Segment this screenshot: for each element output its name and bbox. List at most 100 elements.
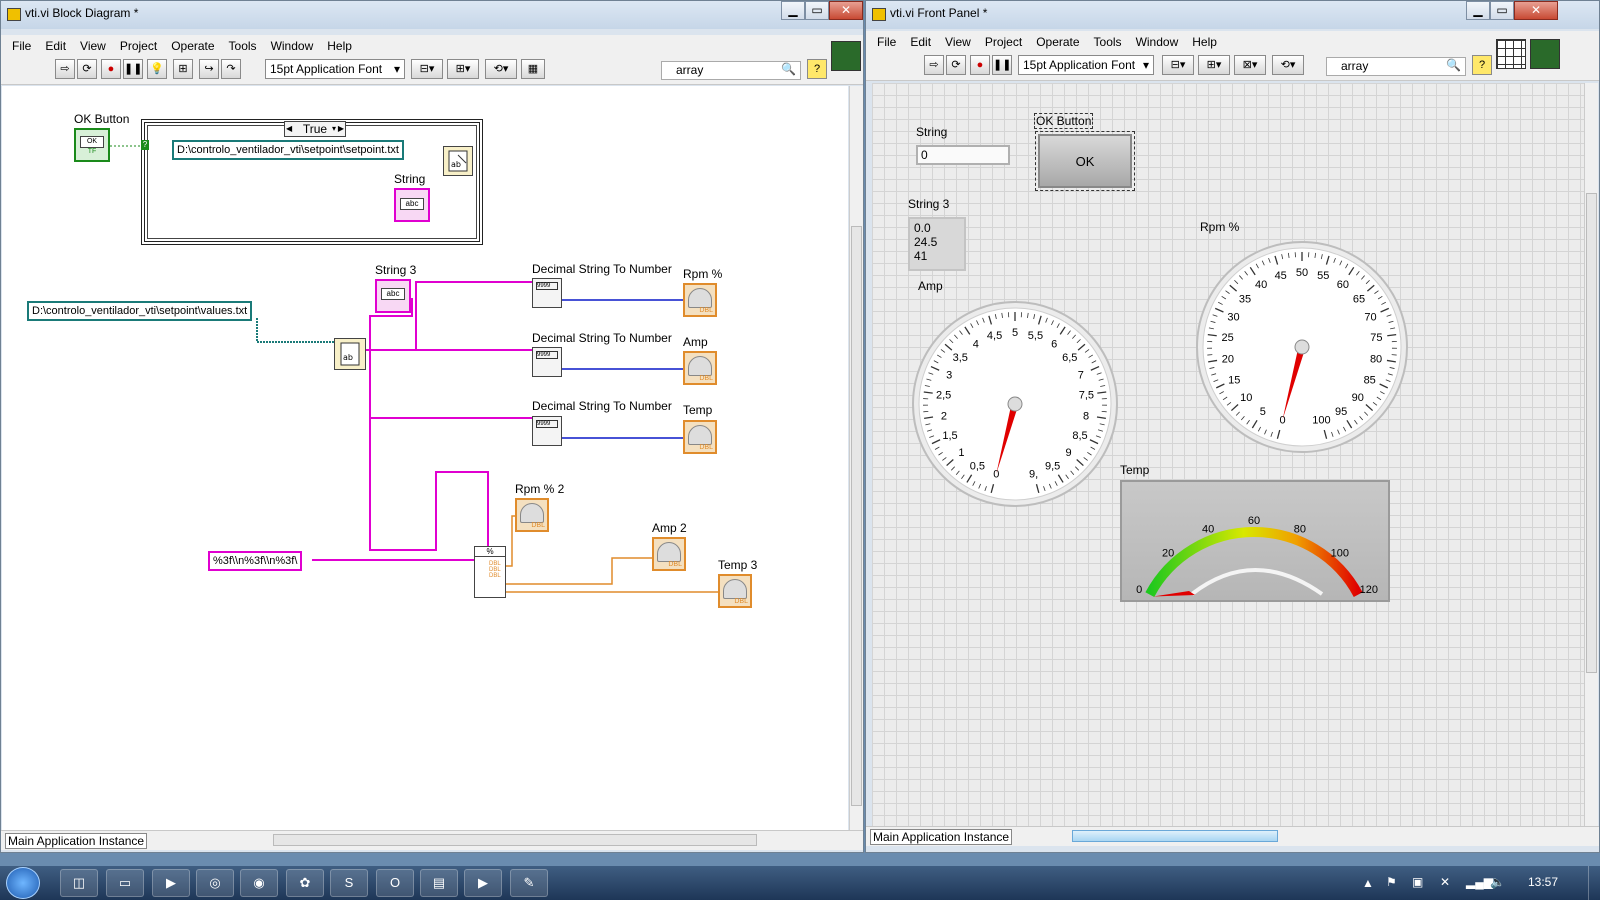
decimal-string-to-number-2[interactable]: 9999 <box>532 347 562 377</box>
hscroll-thumb[interactable] <box>1072 830 1278 842</box>
run-continuous-icon[interactable]: ⟳ <box>946 55 966 75</box>
rpm-gauge[interactable]: 051015202530354045 50 55606570758085909510… <box>1194 239 1410 455</box>
signal-icon[interactable]: ▂▄▆ <box>1466 875 1493 889</box>
read-from-text-file-node[interactable]: ab <box>334 338 366 370</box>
pause-icon[interactable]: ❚❚ <box>992 55 1012 75</box>
connector-pane-icon[interactable] <box>1496 39 1526 69</box>
connector-pane-icon[interactable] <box>831 41 861 71</box>
taskbar-app-chrome[interactable]: ◉ <box>240 869 278 897</box>
rpm2-indicator[interactable]: DBL <box>515 498 549 532</box>
distribute-objects-icon[interactable]: ⊞▾ <box>447 59 479 79</box>
reorder-icon[interactable]: ⟲▾ <box>485 59 517 79</box>
ok-button-face[interactable]: OK <box>1038 134 1132 188</box>
step-into-icon[interactable]: ↪ <box>199 59 219 79</box>
run-continuous-icon[interactable]: ⟳ <box>77 59 97 79</box>
menu-edit[interactable]: Edit <box>38 39 73 53</box>
menu-operate[interactable]: Operate <box>1029 35 1086 49</box>
menu-view[interactable]: View <box>938 35 978 49</box>
amp2-indicator[interactable]: DBL <box>652 537 686 571</box>
front-panel-vscroll[interactable] <box>1584 83 1598 826</box>
close-button[interactable]: ✕ <box>829 1 863 20</box>
vi-icon-pane[interactable] <box>1530 39 1560 69</box>
tray-arrow-icon[interactable]: ▲ <box>1362 876 1374 890</box>
menu-tools[interactable]: Tools <box>222 39 264 53</box>
minimize-button[interactable]: ▁ <box>781 1 805 20</box>
pause-icon[interactable]: ❚❚ <box>123 59 143 79</box>
cleanup-diagram-icon[interactable]: ▦ <box>521 59 545 79</box>
distribute-objects-icon[interactable]: ⊞▾ <box>1198 55 1230 75</box>
align-objects-icon[interactable]: ⊟▾ <box>411 59 443 79</box>
string3-terminal[interactable]: abc <box>375 279 411 313</box>
close-button[interactable]: ✕ <box>1514 1 1558 20</box>
menu-tools[interactable]: Tools <box>1087 35 1129 49</box>
abort-icon[interactable]: ● <box>101 59 121 79</box>
minimize-button[interactable]: ▁ <box>1466 1 1490 20</box>
front-panel-hscroll[interactable] <box>1016 830 1540 843</box>
context-help-icon[interactable]: ? <box>807 59 827 79</box>
taskbar-app-media-player[interactable]: ▶ <box>152 869 190 897</box>
taskbar-app-norton[interactable]: ◎ <box>196 869 234 897</box>
decimal-string-to-number-1[interactable]: 9999 <box>532 278 562 308</box>
scroll-thumb[interactable] <box>1586 193 1597 673</box>
taskbar-app-labview-vi[interactable]: ▶ <box>464 869 502 897</box>
menu-window[interactable]: Window <box>1129 35 1186 49</box>
highlight-execution-icon[interactable]: 💡 <box>147 59 167 79</box>
application-instance[interactable]: Main Application Instance <box>5 833 148 849</box>
values-path-constant[interactable]: D:\controlo_ventilador_vti\setpoint\valu… <box>27 301 253 321</box>
search-input[interactable]: array 🔍 <box>661 61 801 80</box>
rpm-indicator[interactable]: DBL <box>683 283 717 317</box>
temp-indicator[interactable]: DBL <box>683 420 717 454</box>
tray-app-icon[interactable]: ▣ <box>1412 875 1423 889</box>
abort-icon[interactable]: ● <box>970 55 990 75</box>
menu-file[interactable]: File <box>5 39 38 53</box>
menu-help[interactable]: Help <box>320 39 359 53</box>
string-control[interactable]: 0 <box>916 145 1010 165</box>
case-selector[interactable]: ◀ True ▾ ▶ <box>284 121 346 137</box>
scan-from-string-node[interactable]: % DBL DBL DBL <box>474 546 506 598</box>
string-terminal[interactable]: abc <box>394 188 430 222</box>
menu-view[interactable]: View <box>73 39 113 53</box>
taskbar-app-skype[interactable]: S <box>330 869 368 897</box>
write-to-text-file-node[interactable]: ab <box>443 146 473 176</box>
context-help-icon[interactable]: ? <box>1472 55 1492 75</box>
temp-meter[interactable]: 0 20 40 60 80 100 120 <box>1120 480 1390 602</box>
clock[interactable]: 13:57 <box>1528 875 1558 889</box>
show-desktop-button[interactable] <box>1588 866 1600 900</box>
search-input[interactable]: array 🔍 <box>1326 57 1466 76</box>
search-icon[interactable]: 🔍 <box>781 61 796 78</box>
amp-gauge[interactable]: 0 0,5 11,5 2 2,5 33,5 4 4,5 5 5,5 6 6,57 7,5 8 8,59 9,5… <box>910 299 1120 509</box>
retain-wire-values-icon[interactable]: ⊞ <box>173 59 193 79</box>
case-dropdown-icon[interactable]: ▾ <box>332 122 336 136</box>
network-icon[interactable]: ✕ <box>1440 875 1450 889</box>
block-diagram-hscroll[interactable] <box>151 834 847 847</box>
menu-edit[interactable]: Edit <box>903 35 938 49</box>
case-next-icon[interactable]: ▶ <box>338 122 344 136</box>
taskbar-app-labview[interactable]: ◫ <box>60 869 98 897</box>
decimal-string-to-number-3[interactable]: 9999 <box>532 416 562 446</box>
block-diagram-vscroll[interactable] <box>849 86 863 830</box>
amp-indicator[interactable]: DBL <box>683 351 717 385</box>
menu-project[interactable]: Project <box>978 35 1029 49</box>
taskbar-app-office[interactable]: O <box>376 869 414 897</box>
reorder-icon[interactable]: ⟲▾ <box>1272 55 1304 75</box>
menu-project[interactable]: Project <box>113 39 164 53</box>
taskbar-app-task[interactable]: ▤ <box>420 869 458 897</box>
resize-objects-icon[interactable]: ⊠▾ <box>1234 55 1266 75</box>
search-icon[interactable]: 🔍 <box>1446 57 1461 74</box>
temp3-indicator[interactable]: DBL <box>718 574 752 608</box>
step-over-icon[interactable]: ↷ <box>221 59 241 79</box>
menu-file[interactable]: File <box>870 35 903 49</box>
hscroll-thumb[interactable] <box>273 834 757 846</box>
case-prev-icon[interactable]: ◀ <box>286 122 292 136</box>
font-selector[interactable]: 15pt Application Font ▾ <box>1018 55 1154 75</box>
ok-button-terminal[interactable]: OK TF <box>74 128 110 162</box>
font-selector[interactable]: 15pt Application Font ▾ <box>265 59 405 79</box>
menu-window[interactable]: Window <box>264 39 321 53</box>
start-button[interactable] <box>6 867 40 899</box>
application-instance[interactable]: Main Application Instance <box>870 829 1013 845</box>
align-objects-icon[interactable]: ⊟▾ <box>1162 55 1194 75</box>
menu-help[interactable]: Help <box>1185 35 1224 49</box>
setpoint-path-constant[interactable]: D:\controlo_ventilador_vti\setpoint\setp… <box>172 140 404 160</box>
taskbar-app-explorer[interactable]: ▭ <box>106 869 144 897</box>
case-structure[interactable]: ◀ True ▾ ▶ <box>141 119 483 245</box>
